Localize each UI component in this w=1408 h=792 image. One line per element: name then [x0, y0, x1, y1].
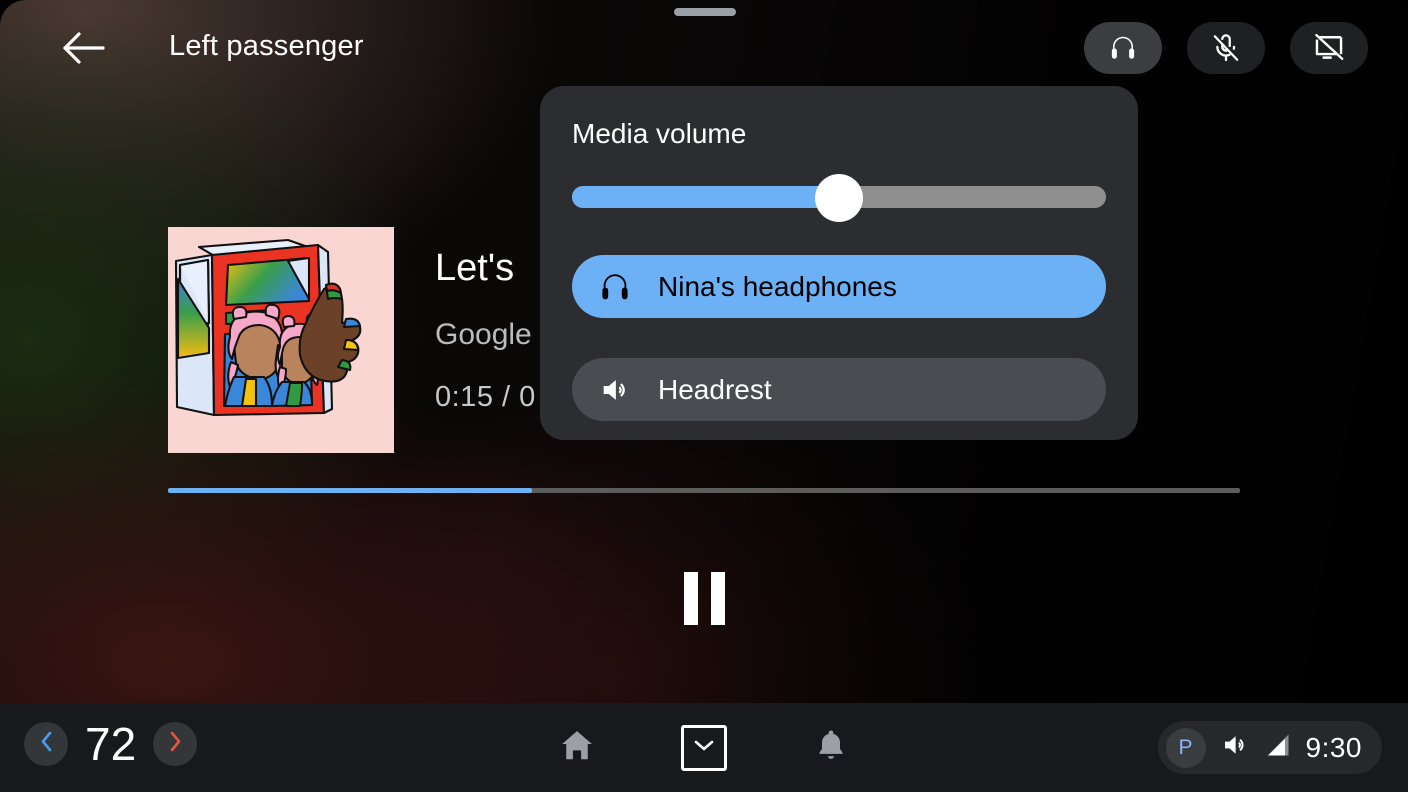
system-nav-bar: 72 P 9:30 [0, 703, 1408, 792]
top-action-buttons [1084, 22, 1368, 74]
chevron-down-icon [692, 737, 716, 758]
signal-bars-icon [1264, 731, 1292, 764]
output-device-label: Headrest [658, 373, 772, 405]
headphones-icon [598, 270, 636, 304]
status-bar-pill[interactable]: P 9:30 [1157, 721, 1382, 774]
slider-thumb[interactable] [815, 174, 863, 222]
output-device-headrest[interactable]: Headrest [572, 358, 1106, 421]
output-device-label: Nina's headphones [658, 270, 897, 302]
screen-off-icon [1312, 31, 1346, 65]
speaker-volume-icon[interactable] [1220, 730, 1250, 765]
media-volume-popup: Media volume Nina's headphones Headrest [540, 86, 1138, 440]
collapse-button[interactable] [681, 724, 727, 771]
playback-progress-bar[interactable] [168, 488, 1240, 493]
bell-icon [813, 727, 849, 768]
back-button[interactable] [55, 19, 113, 77]
car-media-screen: Left passenger Let's Google 0:15 / 0 Med… [0, 0, 1408, 792]
headphones-toggle-button[interactable] [1084, 22, 1162, 74]
slider-fill [572, 186, 839, 208]
speaker-volume-icon [598, 373, 636, 407]
app-top-bar: Left passenger [0, 0, 1408, 96]
output-device-nina-headphones[interactable]: Nina's headphones [572, 255, 1106, 318]
notifications-button[interactable] [804, 721, 858, 775]
home-icon [558, 726, 596, 769]
pause-icon [683, 571, 725, 625]
home-button[interactable] [550, 721, 604, 775]
media-app-window: Left passenger Let's Google 0:15 / 0 Med… [0, 0, 1408, 703]
album-art [168, 227, 394, 453]
arrow-left-icon [62, 31, 106, 65]
mic-off-icon [1210, 32, 1242, 64]
microphone-mute-toggle-button[interactable] [1187, 22, 1265, 74]
profile-avatar[interactable]: P [1165, 727, 1206, 768]
pause-button[interactable] [676, 570, 732, 626]
media-volume-slider[interactable] [572, 174, 1106, 222]
headphones-icon [1108, 33, 1138, 63]
media-volume-title: Media volume [572, 118, 747, 149]
screen-off-toggle-button[interactable] [1290, 22, 1368, 74]
page-title: Left passenger [169, 30, 364, 62]
playback-progress-fill [168, 488, 533, 493]
clock: 9:30 [1305, 731, 1362, 763]
